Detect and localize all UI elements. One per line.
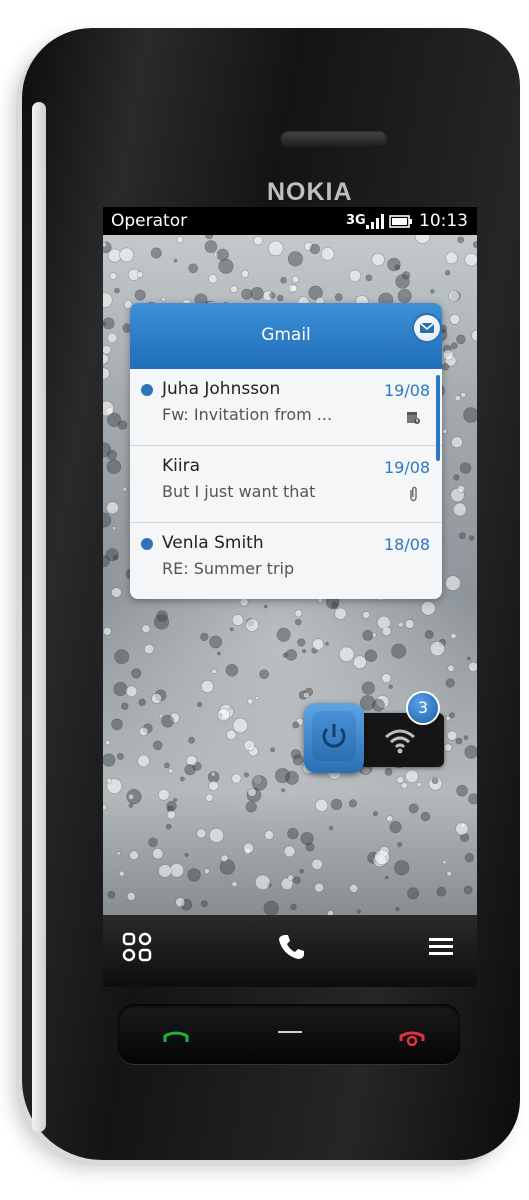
hardware-keys (118, 1004, 460, 1064)
mail-sender: Juha Johnsson (162, 379, 281, 399)
mail-envelope-icon[interactable] (414, 315, 440, 341)
gmail-widget[interactable]: Gmail Juha Johnsson Fw: Invitation from … (130, 303, 442, 599)
bottom-toolbar (103, 915, 477, 987)
mail-subject: RE: Summer trip (162, 559, 295, 578)
power-icon (312, 711, 356, 761)
signal-strength-icon (366, 214, 384, 229)
calendar-invite-icon (407, 412, 420, 424)
mail-sender: Kiira (162, 456, 201, 476)
mail-list-item[interactable]: Venla Smith RE: Summer trip 18/08 (130, 523, 442, 599)
mail-sender: Venla Smith (162, 533, 264, 553)
gmail-widget-header[interactable]: Gmail (130, 303, 442, 369)
status-bar[interactable]: Operator 3G 10:13 (103, 207, 477, 235)
power-connectivity-widget[interactable]: 3 (304, 693, 444, 773)
status-clock: 10:13 (419, 211, 468, 231)
earpiece (280, 130, 388, 148)
wifi-toggle[interactable] (360, 713, 444, 767)
mail-list-item[interactable]: Kiira But I just want that 19/08 (130, 446, 442, 523)
menu-key-icon[interactable] (276, 1024, 304, 1040)
mail-date: 19/08 (384, 381, 431, 400)
unread-indicator-icon (141, 538, 153, 550)
applications-menu-icon[interactable] (121, 931, 153, 963)
operator-name: Operator (111, 211, 188, 231)
mail-date: 19/08 (384, 458, 431, 477)
options-menu-icon[interactable] (425, 931, 457, 963)
phone-side-rim (32, 102, 46, 1132)
gmail-title: Gmail (261, 325, 311, 345)
mail-list-item[interactable]: Juha Johnsson Fw: Invitation from ... 19… (130, 369, 442, 446)
power-button[interactable] (304, 703, 364, 773)
mail-subject: But I just want that (162, 482, 316, 501)
paperclip-icon (410, 486, 417, 502)
end-call-key-icon[interactable] (398, 1030, 426, 1046)
wifi-icon (385, 729, 415, 754)
mail-date: 18/08 (384, 535, 431, 554)
phone-call-icon[interactable] (275, 931, 307, 963)
connection-count-badge: 3 (408, 693, 438, 723)
phone-screen: Operator 3G 10:13 Gmail Juha Johnsson Fw… (103, 207, 477, 987)
call-key-icon[interactable] (162, 1030, 190, 1046)
brand-logo: NOKIA (267, 178, 353, 206)
mail-list-scrollbar[interactable] (436, 375, 440, 461)
network-type: 3G (346, 213, 366, 228)
mail-subject: Fw: Invitation from ... (162, 405, 333, 424)
battery-icon (389, 215, 412, 228)
unread-indicator-icon (141, 384, 153, 396)
